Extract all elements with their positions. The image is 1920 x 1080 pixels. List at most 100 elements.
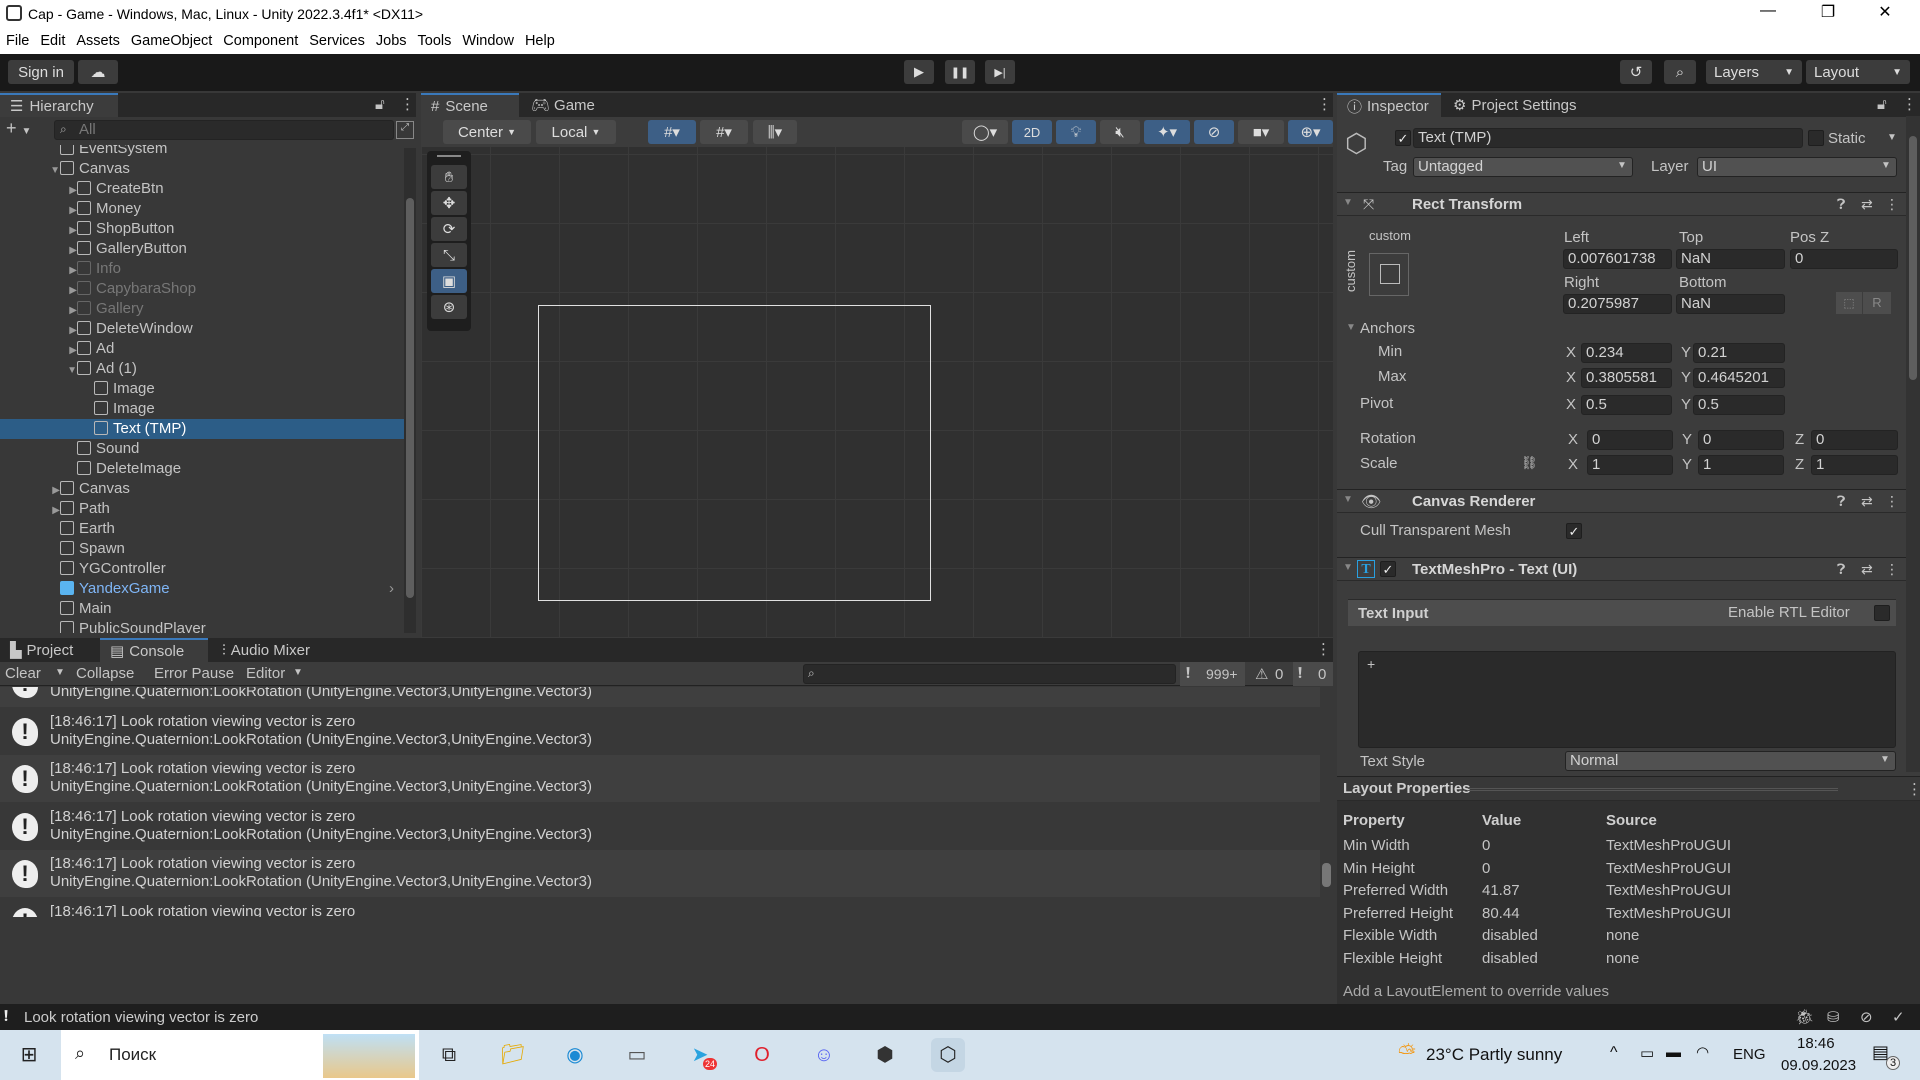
tag-dropdown[interactable]: Untagged <box>1413 157 1633 177</box>
editor-dropdown[interactable]: Editor <box>246 665 285 682</box>
pivot-x-input[interactable]: 0.5 <box>1581 395 1672 415</box>
gizmos-dropdown[interactable]: ⊕▾ <box>1288 120 1333 144</box>
rot-z-input[interactable]: 0 <box>1811 430 1898 450</box>
expand-arrow-icon[interactable]: ▶ <box>63 321 77 341</box>
static-dropdown-icon[interactable]: ▼ <box>1887 132 1897 143</box>
console-log-entry[interactable]: ! [18:46:17] Look rotation viewing vector… <box>0 755 1320 802</box>
more-icon[interactable]: ⋮ <box>1902 95 1917 113</box>
more-icon[interactable]: ⋮ <box>1316 640 1331 658</box>
effects-dropdown[interactable]: ✦▾ <box>1144 120 1190 144</box>
console-log-entry[interactable]: ! [18:46:17] Look rotation viewing vector… <box>0 898 1320 917</box>
hierarchy-item[interactable]: Main <box>0 599 404 619</box>
component-enabled-checkbox[interactable]: ✓ <box>1380 561 1396 577</box>
canvas-renderer-header[interactable]: ▼ 👁︎ Canvas Renderer ❓︎ ⇄ ⋮ <box>1337 489 1907 513</box>
hierarchy-item[interactable]: Earth <box>0 519 404 539</box>
hierarchy-item[interactable]: ▶ Gallery <box>0 299 404 319</box>
language-indicator[interactable]: ENG <box>1733 1046 1766 1063</box>
rot-y-input[interactable]: 0 <box>1698 430 1784 450</box>
min-x-input[interactable]: 0.234 <box>1581 343 1672 363</box>
file-explorer-icon[interactable]: 📁︎ <box>496 1038 530 1072</box>
error-count-toggle[interactable]: ❗︎ 999+ <box>1180 662 1245 686</box>
scale-tool-icon[interactable]: ⤡ <box>431 243 467 267</box>
clear-button[interactable]: Clear <box>5 665 41 682</box>
hierarchy-scrollbar[interactable] <box>404 148 416 633</box>
left-input[interactable]: 0.007601738 <box>1563 249 1672 269</box>
max-y-input[interactable]: 0.4645201 <box>1693 368 1785 388</box>
console-scrollbar[interactable] <box>1320 687 1333 917</box>
more-icon[interactable]: ⋮ <box>1885 561 1899 578</box>
layout-properties-header[interactable]: Layout Properties ⋮ <box>1337 777 1920 801</box>
presets-icon[interactable]: ⇄ <box>1861 493 1873 510</box>
cull-transparent-mesh-checkbox[interactable]: ✓ <box>1566 523 1582 539</box>
opera-icon[interactable]: O <box>745 1038 779 1072</box>
weather-text[interactable]: 23°C Partly sunny <box>1426 1045 1562 1065</box>
clock-time[interactable]: 18:46 <box>1797 1035 1835 1052</box>
more-icon[interactable]: ⋮ <box>1885 493 1899 510</box>
rotate-tool-icon[interactable]: ⟳ <box>431 217 467 241</box>
console-log-entry[interactable]: ! [18:46:17] Look rotation viewing vector… <box>0 708 1320 755</box>
expand-arrow-icon[interactable]: ▶ <box>63 261 77 281</box>
tab-game[interactable]: 🎮︎ Game <box>521 93 601 117</box>
hierarchy-item[interactable]: Image <box>0 379 404 399</box>
debug-icon[interactable]: 🐞︎ <box>1795 1008 1814 1026</box>
taskbar-search-box[interactable]: ⌕ Поиск <box>61 1030 419 1080</box>
show-hidden-icons-chevron-icon[interactable]: ^ <box>1610 1044 1618 1062</box>
pivot-y-input[interactable]: 0.5 <box>1693 395 1785 415</box>
layer-dropdown[interactable]: UI <box>1697 157 1897 177</box>
min-y-input[interactable]: 0.21 <box>1693 343 1785 363</box>
history-icon[interactable]: ↺ <box>1620 60 1652 84</box>
rect-transform-header[interactable]: ▼ ⤧ Rect Transform ❓︎ ⇄ ⋮ <box>1337 192 1907 216</box>
hierarchy-item[interactable]: ▶ Path <box>0 499 404 519</box>
console-search-input[interactable] <box>803 664 1176 684</box>
hierarchy-item[interactable]: DeleteImage <box>0 459 404 479</box>
menu-tools[interactable]: Tools <box>418 33 452 49</box>
expand-arrow-icon[interactable]: ▼ <box>46 161 60 181</box>
constrain-proportions-icon[interactable]: ⛓ <box>1521 455 1538 471</box>
hierarchy-item[interactable]: YandexGame › <box>0 579 404 599</box>
console-log-entry[interactable]: ! [18:46:17] Look rotation viewing vector… <box>0 850 1320 897</box>
max-x-input[interactable]: 0.3805581 <box>1581 368 1672 388</box>
lock-icon[interactable]: 🔓︎ <box>1877 96 1887 113</box>
top-input[interactable]: NaN <box>1676 249 1785 269</box>
tab-project-settings[interactable]: ⚙ Project Settings <box>1443 93 1593 117</box>
menu-jobs[interactable]: Jobs <box>376 33 407 49</box>
static-checkbox[interactable] <box>1808 130 1824 146</box>
hierarchy-item[interactable]: ▶ Canvas <box>0 479 404 499</box>
help-icon[interactable]: ❓︎ <box>1837 196 1845 213</box>
posz-input[interactable]: 0 <box>1790 249 1898 269</box>
status-message[interactable]: Look rotation viewing vector is zero <box>24 1009 258 1026</box>
active-checkbox[interactable]: ✓ <box>1395 130 1411 146</box>
raw-edit-button[interactable]: R <box>1863 292 1891 314</box>
menu-component[interactable]: Component <box>223 33 298 49</box>
hierarchy-search-input[interactable]: All <box>54 120 394 140</box>
hierarchy-item[interactable]: ▶ GalleryButton <box>0 239 404 259</box>
auto-generate-lighting-icon[interactable]: ⊘ <box>1860 1008 1873 1026</box>
tab-inspector[interactable]: ⓘ Inspector <box>1337 93 1441 117</box>
hidden-objects-icon[interactable]: ⊘ <box>1194 120 1234 144</box>
tab-project[interactable]: ▙ Project <box>0 638 90 662</box>
expand-arrow-icon[interactable]: ▶ <box>63 241 77 261</box>
photos-icon[interactable]: ▭ <box>620 1038 654 1072</box>
collapse-button[interactable]: Collapse <box>76 665 134 682</box>
check-circle-icon[interactable]: ✓ <box>1892 1008 1905 1026</box>
wifi-icon[interactable]: ◠ <box>1696 1043 1709 1061</box>
move-tool-icon[interactable]: ✥ <box>431 191 467 215</box>
grid-snap-button[interactable]: #▾ <box>648 120 696 144</box>
draw-mode-button[interactable]: ◯▾ <box>962 120 1008 144</box>
right-input[interactable]: 0.2075987 <box>1563 294 1672 314</box>
more-icon[interactable]: ⋮ <box>400 95 415 113</box>
expand-arrow-icon[interactable]: ▶ <box>63 221 77 241</box>
hierarchy-item[interactable]: ▶ Ad <box>0 339 404 359</box>
step-button[interactable]: ▶| <box>985 60 1015 84</box>
more-icon[interactable]: ⋮ <box>1907 780 1920 798</box>
menu-services[interactable]: Services <box>309 33 365 49</box>
unity-editor-icon[interactable]: ⬡ <box>931 1038 965 1072</box>
pivot-dropdown[interactable]: Center ▼ <box>443 120 531 144</box>
error-pause-button[interactable]: Error Pause <box>154 665 234 682</box>
scale-z-input[interactable]: 1 <box>1811 455 1898 475</box>
textmeshpro-header[interactable]: ▼ T ✓ TextMeshPro - Text (UI) ❓︎ ⇄ ⋮ <box>1337 557 1907 581</box>
hierarchy-item[interactable]: Text (TMP) <box>0 419 404 439</box>
search-icon[interactable]: ⌕ <box>1664 60 1696 84</box>
pause-button[interactable]: ❚❚ <box>945 60 975 84</box>
sign-in-button[interactable]: Sign in <box>8 60 74 84</box>
